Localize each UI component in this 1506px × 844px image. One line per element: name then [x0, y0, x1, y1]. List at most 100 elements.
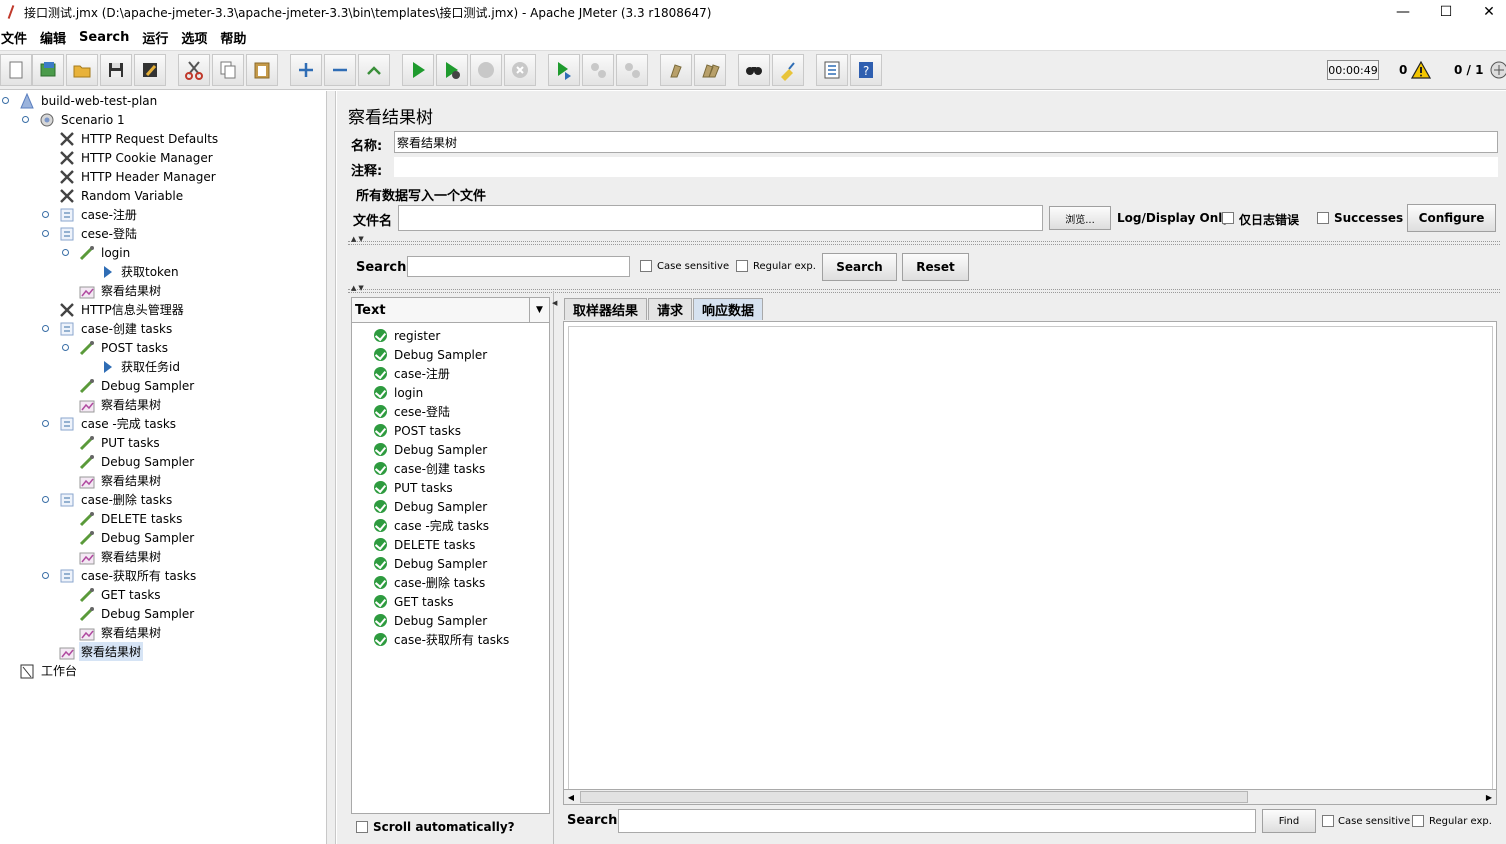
tree-item[interactable]: 察看结果树: [78, 623, 163, 642]
open-icon[interactable]: [66, 54, 98, 86]
copy-icon[interactable]: [212, 54, 244, 86]
result-row[interactable]: Debug Sampler: [374, 611, 487, 630]
menu-options[interactable]: 选项: [180, 28, 213, 47]
regular-exp-checkbox[interactable]: [736, 260, 748, 272]
divider-arrows-icon[interactable]: ▲▼: [351, 284, 366, 292]
case-sensitive-checkbox[interactable]: [640, 260, 652, 272]
expand-toggle-icon[interactable]: [42, 496, 49, 503]
function-helper-icon[interactable]: [816, 54, 848, 86]
templates-icon[interactable]: [32, 54, 64, 86]
tree-item[interactable]: case -完成 tasks: [58, 414, 178, 433]
response-case-sensitive-checkbox[interactable]: [1322, 815, 1334, 827]
close-button[interactable]: ✕: [1466, 0, 1506, 24]
menu-file[interactable]: 文件: [0, 28, 33, 47]
remote-shutdown-icon[interactable]: [616, 54, 648, 86]
search-input[interactable]: [407, 256, 630, 277]
cut-icon[interactable]: [178, 54, 210, 86]
tree-item[interactable]: 察看结果树: [78, 281, 163, 300]
menu-run[interactable]: 运行: [141, 28, 174, 47]
splitter-arrows-icon[interactable]: ◀: [552, 299, 557, 307]
save-as-icon[interactable]: [134, 54, 166, 86]
tree-item[interactable]: 工作台: [18, 661, 79, 680]
response-text-area[interactable]: [568, 326, 1493, 792]
tree-item[interactable]: Random Variable: [58, 186, 185, 205]
search-icon[interactable]: [738, 54, 770, 86]
result-row[interactable]: GET tasks: [374, 592, 454, 611]
tree-item[interactable]: HTTP Request Defaults: [58, 129, 220, 148]
stop-icon[interactable]: [470, 54, 502, 86]
tree-item[interactable]: case-删除 tasks: [58, 490, 174, 509]
expand-toggle-icon[interactable]: [42, 572, 49, 579]
tree-item[interactable]: POST tasks: [78, 338, 170, 357]
tree-item[interactable]: 获取任务id: [98, 357, 182, 376]
browse-button[interactable]: 浏览...: [1049, 206, 1111, 230]
tree-item[interactable]: cese-登陆: [58, 224, 139, 243]
start-icon[interactable]: [402, 54, 434, 86]
result-row[interactable]: Debug Sampler: [374, 440, 487, 459]
filename-input[interactable]: [398, 205, 1043, 231]
tree-item[interactable]: case-创建 tasks: [58, 319, 174, 338]
result-row[interactable]: register: [374, 326, 440, 345]
result-row[interactable]: case-注册: [374, 364, 450, 383]
toggle-icon[interactable]: [358, 54, 390, 86]
chevron-down-icon[interactable]: ▼: [529, 298, 549, 322]
find-button[interactable]: Find: [1262, 809, 1316, 833]
start-no-pause-icon[interactable]: [436, 54, 468, 86]
successes-checkbox[interactable]: [1317, 212, 1329, 224]
tree-item[interactable]: 获取token: [98, 262, 181, 281]
divider-arrows-icon[interactable]: ▲▼: [351, 235, 366, 243]
tree-splitter[interactable]: [326, 91, 336, 844]
reset-search-icon[interactable]: [772, 54, 804, 86]
maximize-button[interactable]: ☐: [1423, 0, 1469, 24]
new-icon[interactable]: [0, 54, 32, 86]
search-button[interactable]: Search: [822, 253, 897, 281]
expand-toggle-icon[interactable]: [62, 249, 69, 256]
tree-item[interactable]: HTTP信息头管理器: [58, 300, 186, 319]
result-row[interactable]: case-删除 tasks: [374, 573, 485, 592]
remote-start-icon[interactable]: [548, 54, 580, 86]
tree-item[interactable]: 察看结果树: [58, 642, 144, 661]
result-row[interactable]: Debug Sampler: [374, 345, 487, 364]
tree-item[interactable]: Debug Sampler: [78, 604, 196, 623]
tree-item[interactable]: DELETE tasks: [78, 509, 184, 528]
tree-item[interactable]: 察看结果树: [78, 547, 163, 566]
expand-toggle-icon[interactable]: [42, 230, 49, 237]
tree-item[interactable]: case-获取所有 tasks: [58, 566, 198, 585]
tree-item[interactable]: build-web-test-plan: [18, 91, 159, 110]
reset-button[interactable]: Reset: [902, 253, 969, 281]
remote-stop-icon[interactable]: [582, 54, 614, 86]
tree-item[interactable]: HTTP Header Manager: [58, 167, 218, 186]
scroll-right-icon[interactable]: ▶: [1482, 790, 1496, 804]
tab-sampler-result[interactable]: 取样器结果: [564, 298, 648, 320]
tree-item[interactable]: login: [78, 243, 132, 262]
menu-edit[interactable]: 编辑: [39, 28, 72, 47]
response-search-input[interactable]: [618, 809, 1256, 833]
result-row[interactable]: PUT tasks: [374, 478, 453, 497]
save-icon[interactable]: [100, 54, 132, 86]
tree-item[interactable]: Debug Sampler: [78, 376, 196, 395]
result-row[interactable]: Debug Sampler: [374, 497, 487, 516]
result-row[interactable]: case -完成 tasks: [374, 516, 489, 535]
name-input[interactable]: [394, 131, 1498, 153]
tree-item[interactable]: PUT tasks: [78, 433, 162, 452]
tab-request[interactable]: 请求: [648, 298, 693, 320]
expand-toggle-icon[interactable]: [22, 116, 29, 123]
tree-item[interactable]: Scenario 1: [38, 110, 127, 129]
minimize-button[interactable]: —: [1380, 0, 1426, 24]
divider-bottom[interactable]: [348, 289, 1500, 293]
comment-input[interactable]: [394, 157, 1498, 177]
tree-item[interactable]: Debug Sampler: [78, 452, 196, 471]
scrollbar-thumb[interactable]: [580, 791, 1248, 803]
tree-item[interactable]: HTTP Cookie Manager: [58, 148, 215, 167]
tab-response-data[interactable]: 响应数据: [693, 298, 764, 320]
expand-toggle-icon[interactable]: [2, 97, 9, 104]
scroll-auto-checkbox[interactable]: [356, 821, 368, 833]
expand-toggle-icon[interactable]: [42, 211, 49, 218]
result-row[interactable]: case-创建 tasks: [374, 459, 485, 478]
expand-toggle-icon[interactable]: [42, 325, 49, 332]
errors-only-checkbox[interactable]: [1222, 212, 1234, 224]
expand-toggle-icon[interactable]: [42, 420, 49, 427]
warning-icon[interactable]: [1411, 61, 1431, 79]
renderer-select[interactable]: Text ▼: [352, 298, 549, 323]
scroll-left-icon[interactable]: ◀: [564, 790, 578, 804]
